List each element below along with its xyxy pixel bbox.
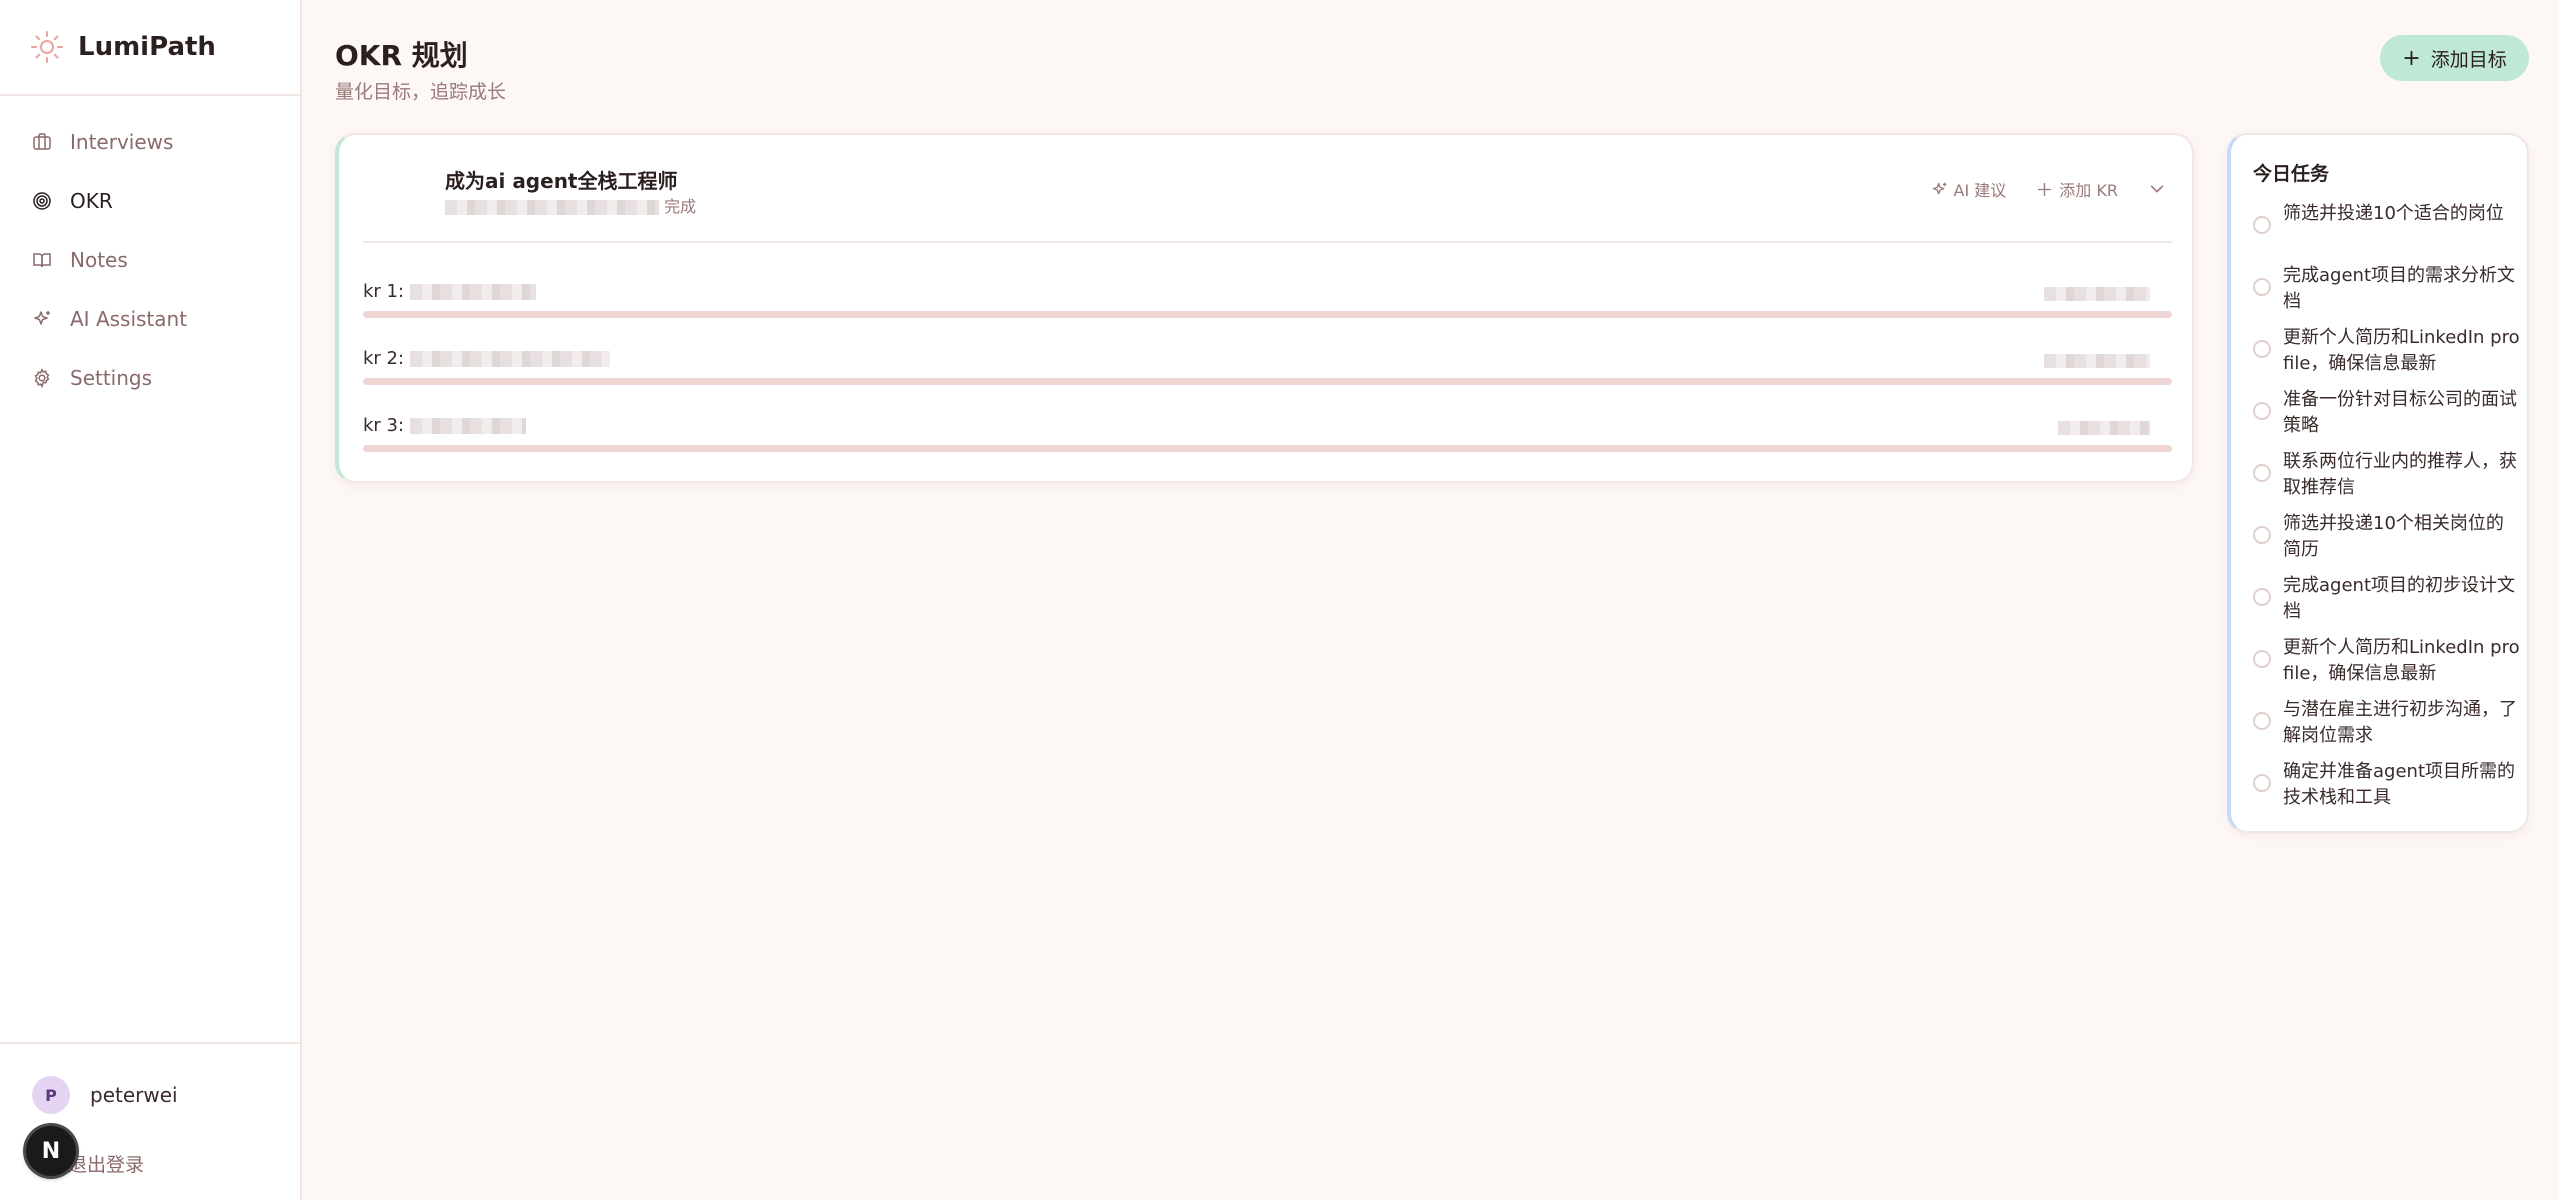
- task-item[interactable]: 完成agent项目的需求分析文档: [2253, 263, 2521, 325]
- kr-value: [2058, 417, 2150, 436]
- task-item[interactable]: 联系两位行业内的推荐人，获取推荐信: [2253, 449, 2521, 511]
- task-checkbox[interactable]: [2253, 216, 2271, 234]
- sidebar-item-notes[interactable]: Notes: [0, 230, 300, 289]
- kr-progress-bar: [363, 445, 2172, 452]
- ai-suggest-label: AI 建议: [1953, 181, 2007, 200]
- ai-suggest-button[interactable]: AI 建议: [1931, 177, 2007, 201]
- logout-button[interactable]: 退出登录: [68, 1150, 144, 1177]
- today-tasks-panel: 今日任务 筛选并投递10个适合的岗位 完成agent项目的需求分析文档 更新个人…: [2227, 133, 2529, 833]
- task-item[interactable]: 与潜在雇主进行初步沟通，了解岗位需求: [2253, 697, 2521, 759]
- sidebar: LumiPath Interviews OKR Notes AI Assista…: [0, 0, 302, 1200]
- add-goal-label: 添加目标: [2430, 48, 2507, 71]
- task-item[interactable]: 更新个人简历和LinkedIn profile，确保信息最新: [2253, 325, 2521, 387]
- sidebar-item-label: Interviews: [70, 129, 174, 154]
- sparkles-icon: [34, 310, 50, 325]
- okr-card: 成为ai agent全栈工程师 完成 AI 建议 添加 KR kr 1: kr …: [335, 133, 2194, 483]
- redacted-text: [410, 417, 527, 434]
- task-checkbox[interactable]: [2253, 278, 2271, 296]
- task-item[interactable]: 准备一份针对目标公司的面试策略: [2253, 387, 2521, 449]
- task-text: 确定并准备agent项目所需的技术栈和工具: [2283, 761, 2515, 808]
- objective-meta: 完成: [445, 193, 696, 217]
- redacted-text: [410, 283, 537, 300]
- kr-progress-bar: [363, 378, 2172, 385]
- kr-value: [2044, 283, 2150, 302]
- target-icon: [33, 191, 51, 210]
- kr-value: [2044, 350, 2150, 369]
- task-text: 与潜在雇主进行初步沟通，了解岗位需求: [2283, 699, 2517, 746]
- task-text: 更新个人简历和LinkedIn profile，确保信息最新: [2283, 637, 2520, 684]
- redacted-text: [2044, 353, 2150, 368]
- task-item[interactable]: 筛选并投递10个相关岗位的简历: [2253, 511, 2521, 573]
- kr-label: kr 2:: [363, 348, 611, 369]
- task-text: 联系两位行业内的推荐人，获取推荐信: [2283, 451, 2517, 498]
- sidebar-item-ai-assistant[interactable]: AI Assistant: [0, 289, 300, 348]
- kr-progress-bar: [363, 311, 2172, 318]
- chevron-down-icon[interactable]: [2148, 180, 2166, 198]
- kr-row[interactable]: kr 1:: [363, 281, 2172, 321]
- book-open-icon: [33, 252, 51, 267]
- sidebar-item-okr[interactable]: OKR: [0, 171, 300, 230]
- objective-status: 完成: [664, 197, 697, 216]
- kr-index: kr 1:: [363, 281, 405, 302]
- add-kr-label: 添加 KR: [2059, 181, 2118, 200]
- task-checkbox[interactable]: [2253, 712, 2271, 730]
- task-checkbox[interactable]: [2253, 402, 2271, 420]
- plus-icon: [2038, 182, 2052, 196]
- page-subtitle: 量化目标，追踪成长: [335, 81, 507, 103]
- divider: [363, 241, 2172, 243]
- task-checkbox[interactable]: [2253, 650, 2271, 668]
- sidebar-item-label: Settings: [70, 365, 153, 390]
- task-checkbox[interactable]: [2253, 464, 2271, 482]
- task-item[interactable]: 更新个人简历和LinkedIn profile，确保信息最新: [2253, 635, 2521, 697]
- sidebar-nav: Interviews OKR Notes AI Assistant Settin…: [0, 96, 300, 407]
- sidebar-item-interviews[interactable]: Interviews: [0, 112, 300, 171]
- redacted-text: [445, 200, 659, 215]
- kr-row[interactable]: kr 2:: [363, 348, 2172, 388]
- task-text: 筛选并投递10个适合的岗位: [2283, 203, 2504, 224]
- briefcase-icon: [33, 132, 51, 150]
- task-item[interactable]: 确定并准备agent项目所需的技术栈和工具: [2253, 759, 2521, 821]
- task-text: 筛选并投递10个相关岗位的简历: [2283, 513, 2504, 560]
- task-item[interactable]: 筛选并投递10个适合的岗位: [2253, 201, 2521, 263]
- kr-index: kr 3:: [363, 415, 405, 436]
- task-text: 更新个人简历和LinkedIn profile，确保信息最新: [2283, 327, 2520, 374]
- redacted-text: [2044, 286, 2150, 301]
- task-item[interactable]: 完成agent项目的初步设计文档: [2253, 573, 2521, 635]
- objective-title[interactable]: 成为ai agent全栈工程师: [445, 165, 678, 194]
- sidebar-item-label: AI Assistant: [70, 306, 188, 331]
- kr-index: kr 2:: [363, 348, 405, 369]
- task-text: 完成agent项目的初步设计文档: [2283, 575, 2515, 622]
- sun-logo-icon: [31, 31, 63, 63]
- username: peterwei: [90, 1083, 178, 1107]
- nextjs-devtools-button[interactable]: N: [26, 1126, 76, 1176]
- kr-label: kr 3:: [363, 415, 527, 436]
- plus-icon: +: [2402, 45, 2421, 71]
- gear-icon: [34, 367, 50, 388]
- sidebar-item-label: Notes: [70, 247, 128, 272]
- user-profile[interactable]: P peterwei: [32, 1076, 178, 1114]
- page-title: OKR 规划: [335, 39, 468, 72]
- sidebar-footer: P peterwei 退出登录 N: [0, 1042, 300, 1200]
- kr-label: kr 1:: [363, 281, 537, 302]
- kr-row[interactable]: kr 3:: [363, 415, 2172, 455]
- avatar: P: [32, 1076, 70, 1114]
- task-checkbox[interactable]: [2253, 774, 2271, 792]
- task-text: 准备一份针对目标公司的面试策略: [2283, 389, 2517, 436]
- sidebar-item-label: OKR: [70, 188, 113, 213]
- add-goal-button[interactable]: + 添加目标: [2380, 35, 2529, 81]
- task-text: 完成agent项目的需求分析文档: [2283, 265, 2515, 312]
- redacted-text: [410, 350, 611, 367]
- task-checkbox[interactable]: [2253, 340, 2271, 358]
- task-checkbox[interactable]: [2253, 526, 2271, 544]
- app-name: LumiPath: [78, 32, 216, 62]
- objective-actions: AI 建议 添加 KR: [1901, 177, 2166, 201]
- sparkles-icon: [1932, 182, 1946, 194]
- task-checkbox[interactable]: [2253, 588, 2271, 606]
- redacted-text: [2058, 420, 2150, 435]
- tasks-list: 筛选并投递10个适合的岗位 完成agent项目的需求分析文档 更新个人简历和Li…: [2253, 201, 2521, 821]
- tasks-title: 今日任务: [2253, 163, 2330, 185]
- add-kr-button[interactable]: 添加 KR: [2036, 177, 2118, 201]
- sidebar-item-settings[interactable]: Settings: [0, 348, 300, 407]
- brand[interactable]: LumiPath: [0, 0, 300, 96]
